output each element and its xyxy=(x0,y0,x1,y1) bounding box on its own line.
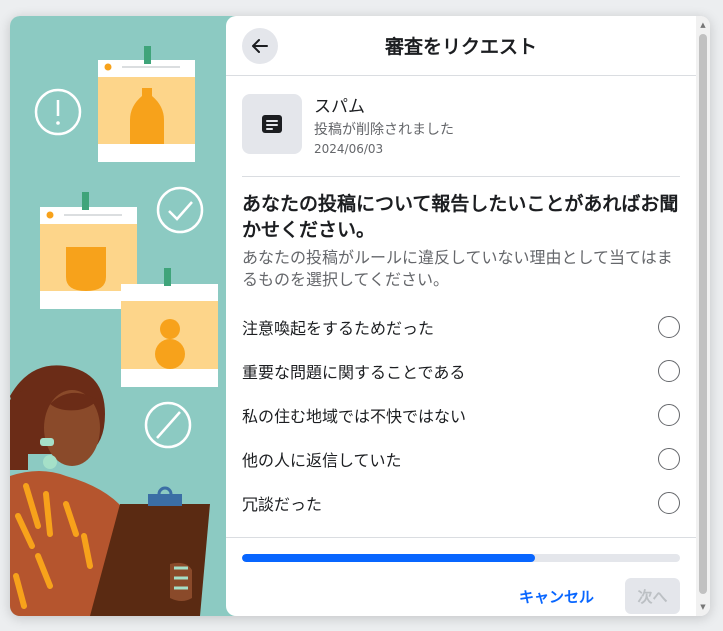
reason-option-important-issue[interactable]: 重要な問題に関することである xyxy=(226,349,696,393)
review-illustration xyxy=(10,46,218,616)
illustration-panel xyxy=(10,16,250,616)
scrollbar[interactable]: ▲ ▼ xyxy=(696,16,710,616)
radio-button[interactable] xyxy=(658,360,680,382)
scroll-down-arrow-icon[interactable]: ▼ xyxy=(696,600,710,614)
reason-option-reply[interactable]: 他の人に返信していた xyxy=(226,437,696,481)
dialog-footer: キャンセル 次へ xyxy=(226,537,696,616)
next-button[interactable]: 次へ xyxy=(625,578,680,614)
option-label: 冗談だった xyxy=(242,495,323,514)
question-heading: あなたの投稿について報告したいことがあればお聞かせください。 xyxy=(242,193,679,241)
request-review-dialog: 審査をリクエスト スパム 投稿が削除されました 2024/06/03 あなたの投… xyxy=(10,16,710,616)
reason-options: 注意喚起をするためだった 重要な問題に関することである 私の住む地域では不快では… xyxy=(226,305,696,525)
dialog-title: 審査をリクエスト xyxy=(384,36,537,58)
radio-button[interactable] xyxy=(658,316,680,338)
post-icon-box xyxy=(242,94,302,154)
progress-fill xyxy=(242,554,536,562)
content-title: スパム xyxy=(314,97,365,117)
content-date: 2024/06/03 xyxy=(314,142,384,156)
option-label: 重要な問題に関することである xyxy=(242,363,466,382)
progress-bar xyxy=(242,554,680,562)
scroll-thumb[interactable] xyxy=(699,34,707,594)
review-form-panel: 審査をリクエスト スパム 投稿が削除されました 2024/06/03 あなたの投… xyxy=(226,16,696,616)
back-button[interactable] xyxy=(242,28,278,64)
scroll-up-arrow-icon[interactable]: ▲ xyxy=(696,18,710,32)
content-status: 投稿が削除されました xyxy=(314,122,454,138)
reason-option-not-offensive[interactable]: 私の住む地域では不快ではない xyxy=(226,393,696,437)
option-label: 注意喚起をするためだった xyxy=(242,319,435,338)
radio-button[interactable] xyxy=(658,404,680,426)
option-label: 他の人に返信していた xyxy=(242,451,402,470)
arrow-left-icon xyxy=(252,39,268,53)
post-text-icon xyxy=(262,115,282,133)
radio-button[interactable] xyxy=(658,492,680,514)
reason-option-joke[interactable]: 冗談だった xyxy=(226,481,696,525)
radio-button[interactable] xyxy=(658,448,680,470)
reason-option-warning[interactable]: 注意喚起をするためだった xyxy=(226,305,696,349)
option-label: 私の住む地域では不快ではない xyxy=(242,407,467,426)
dialog-header: 審査をリクエスト xyxy=(226,16,696,76)
question-description: あなたの投稿がルールに違反していない理由として当てはまるものを選択してください。 xyxy=(242,248,673,289)
removed-content-card: スパム 投稿が削除されました 2024/06/03 xyxy=(242,92,680,177)
cancel-button[interactable]: キャンセル xyxy=(507,578,606,614)
